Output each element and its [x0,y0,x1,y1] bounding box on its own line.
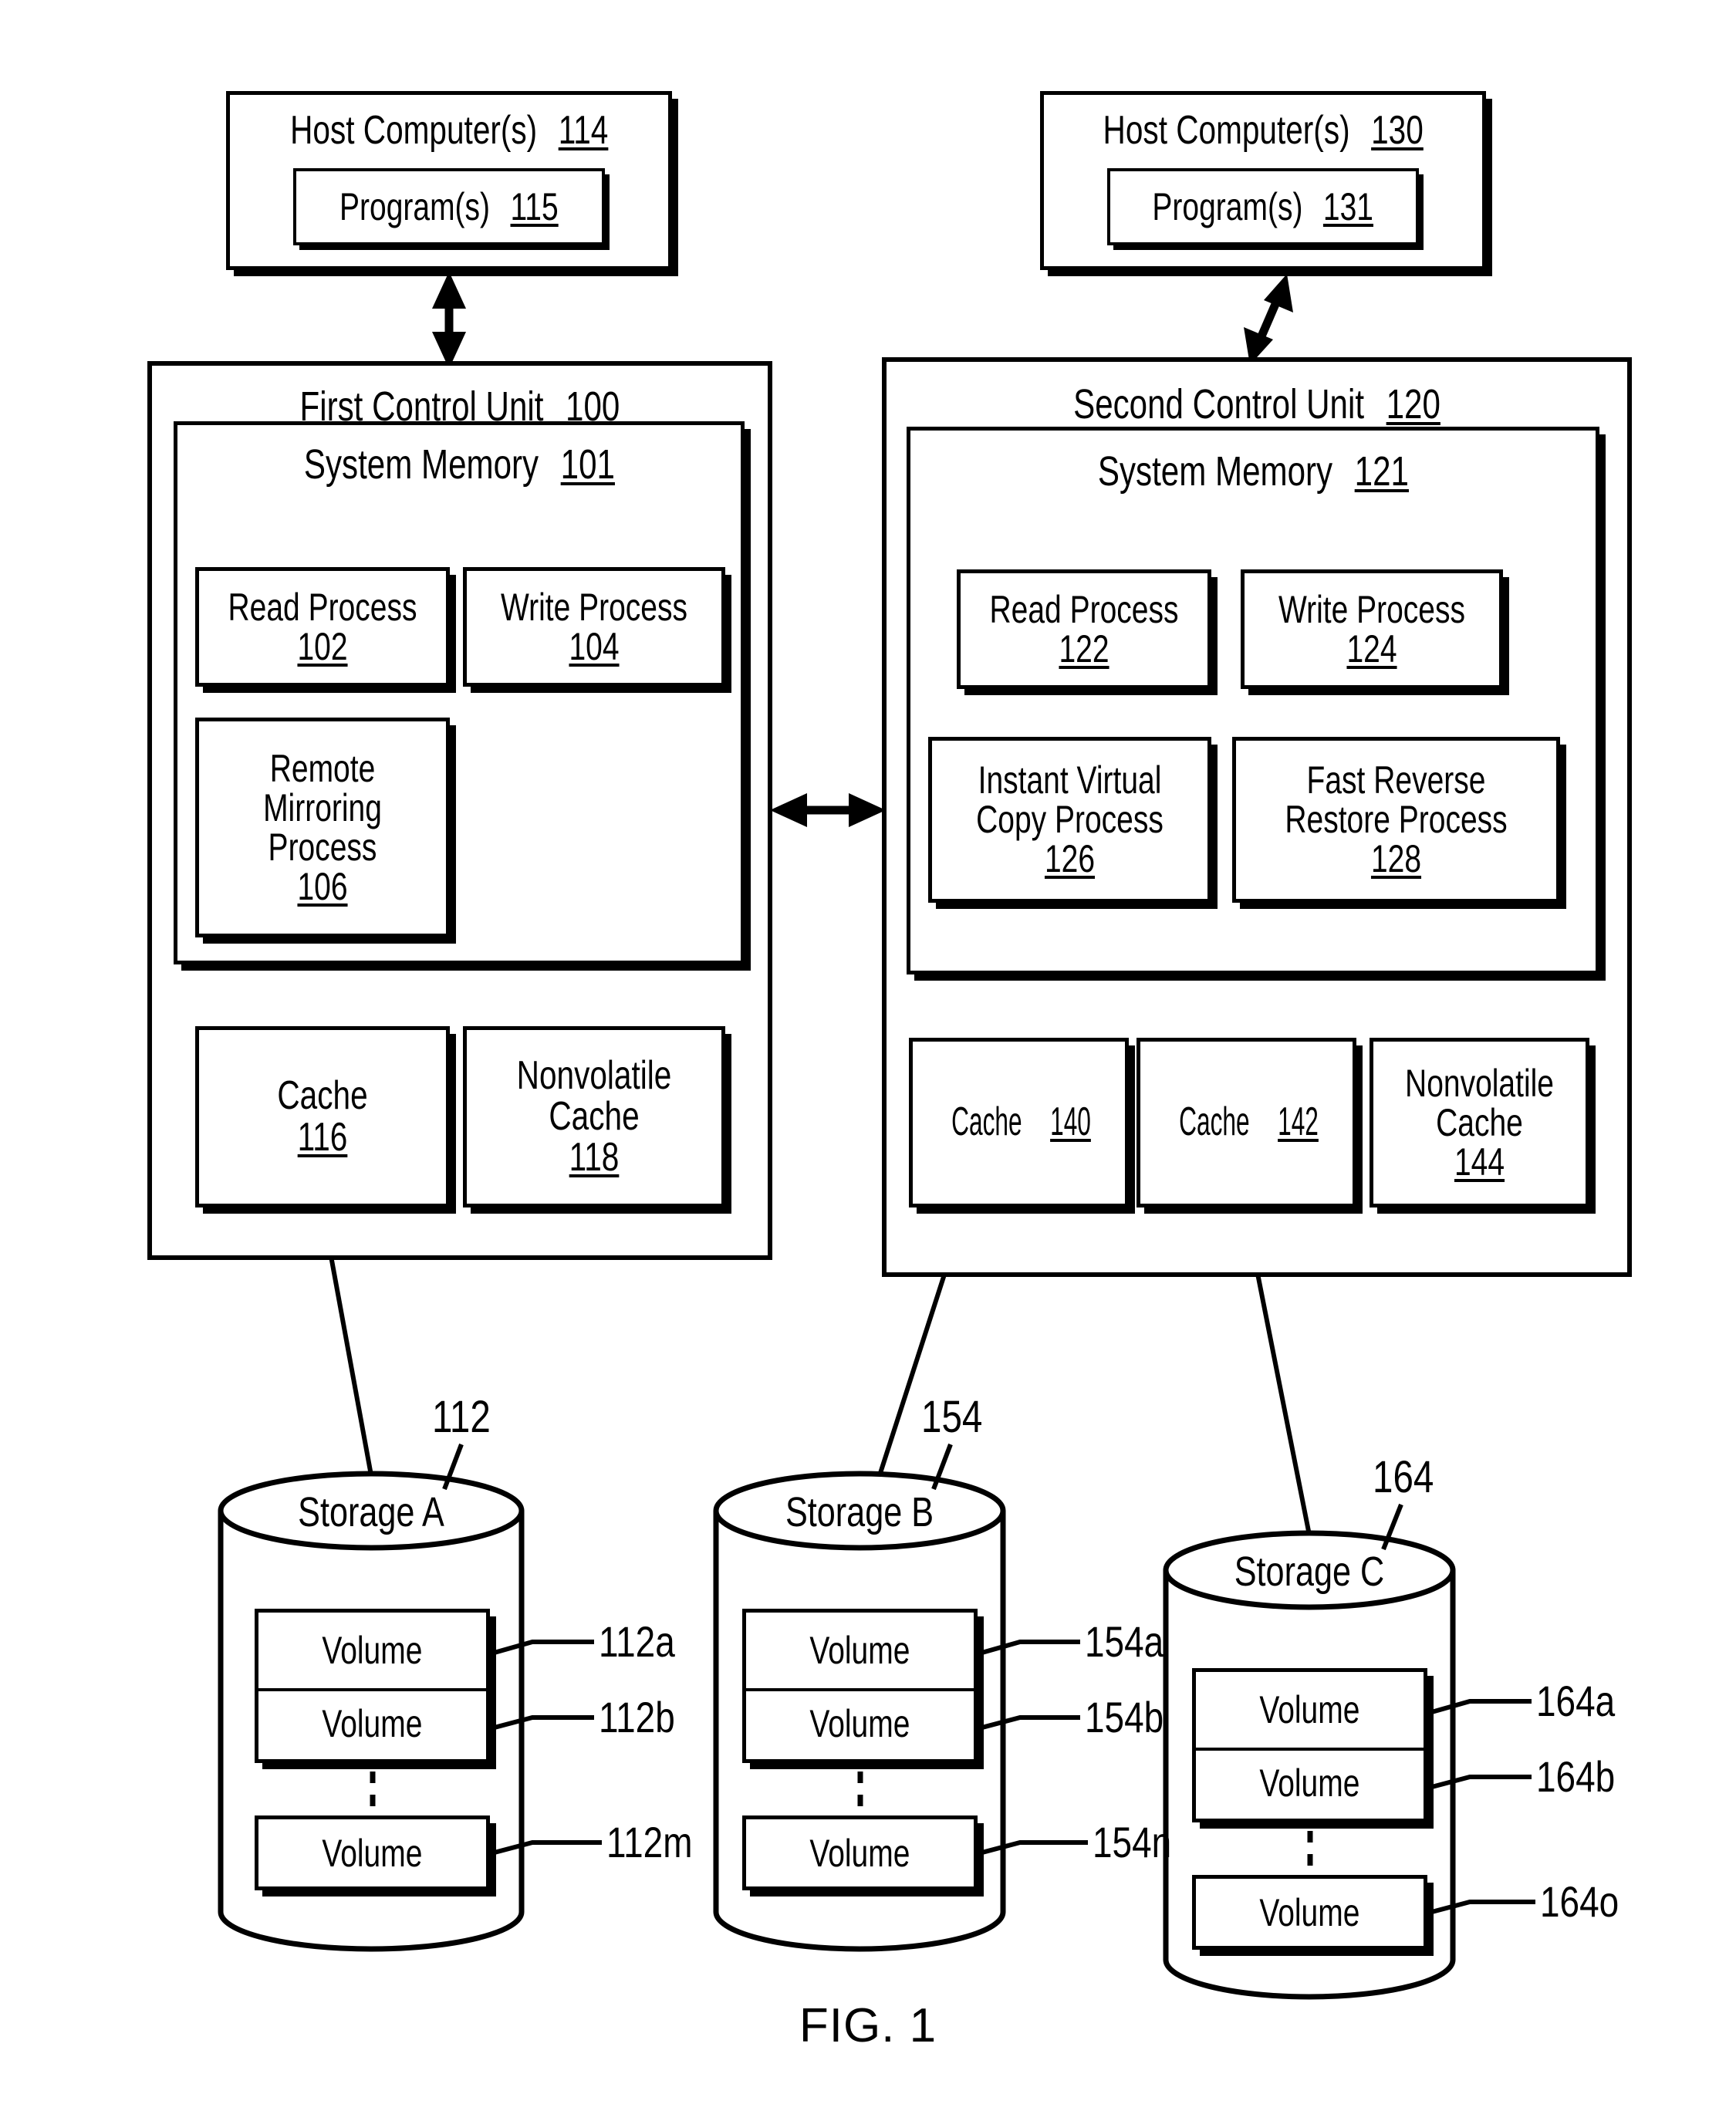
storageA-ref: 112 [432,1392,491,1442]
text-layer: Storage A Storage B Storage C 112 154 16… [0,0,1736,2111]
storageC-volume-o-ref: 164o [1540,1877,1619,1926]
storageB-volume-n-ref: 154n [1093,1818,1172,1866]
storageB-volume-b-ref: 154b [1085,1693,1164,1741]
storageA-title: Storage A [298,1489,444,1535]
storageB-volume-a-ref: 154a [1085,1617,1164,1666]
storageA-volume-a-ref: 112a [599,1617,675,1666]
figure-caption: FIG. 1 [799,1999,937,2052]
storageC-ref: 164 [1373,1452,1434,1502]
storageC-title: Storage C [1234,1549,1385,1595]
storageC-volume-a-ref: 164a [1536,1677,1616,1725]
patent-figure-page: Host Computer(s) 114 Program(s) 115 Host… [0,0,1736,2111]
storageC-volume-b-ref: 164b [1536,1752,1616,1801]
storageB-title: Storage B [785,1489,934,1535]
storageA-volume-m-ref: 112m [606,1818,693,1866]
storageB-ref: 154 [921,1392,983,1442]
storageA-volume-b-ref: 112b [599,1693,675,1741]
